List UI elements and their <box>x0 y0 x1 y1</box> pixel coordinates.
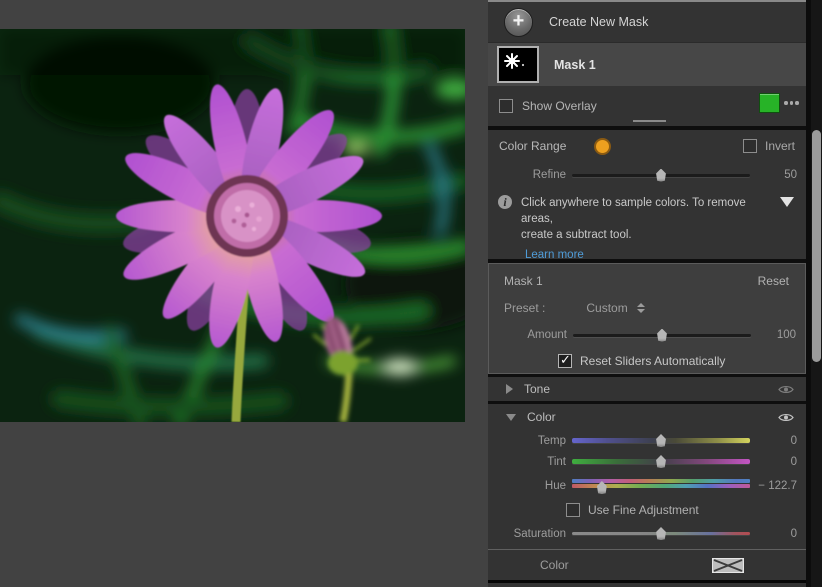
learn-more-link[interactable]: Learn more <box>525 249 584 261</box>
mask-settings-box: Mask 1 Reset Preset : Custom Amount 100 <box>488 263 806 374</box>
hint-line1: Click anywhere to sample colors. To remo… <box>521 197 746 225</box>
tint-slider[interactable] <box>572 454 750 469</box>
create-new-mask-row[interactable]: + Create New Mask <box>488 2 806 42</box>
create-new-mask-label: Create New Mask <box>549 15 649 29</box>
sample-hint: i Click anywhere to sample colors. To re… <box>488 188 806 243</box>
invert-label: Invert <box>764 139 795 153</box>
show-overlay-label: Show Overlay <box>522 99 597 113</box>
hint-line2: create a subtract tool. <box>521 229 632 241</box>
temp-slider-row: Temp 0 <box>488 430 806 451</box>
saturation-label: Saturation <box>513 527 566 540</box>
create-mask-plus-icon[interactable]: + <box>504 7 533 37</box>
tint-slider-thumb[interactable] <box>656 455 666 468</box>
color-swatch-row: Color <box>488 549 806 580</box>
amount-label: Amount <box>527 329 567 341</box>
reset-sliders-checkbox[interactable] <box>558 352 572 368</box>
color-title: Color <box>527 410 556 424</box>
hue-value: − 122.7 <box>758 479 797 492</box>
color-range-title: Color Range <box>499 139 567 153</box>
panel-resize-handle[interactable] <box>633 120 666 122</box>
color-section-header[interactable]: Color <box>488 404 806 430</box>
tone-visibility-eye-icon[interactable] <box>778 384 794 395</box>
color-visibility-eye-icon[interactable] <box>778 412 794 423</box>
hue-label: Hue <box>544 479 566 492</box>
hue-slider-row: Hue − 122.7 <box>488 472 806 499</box>
mask-thumbnail-image <box>499 48 533 77</box>
refine-slider-row: Refine 50 <box>488 162 806 188</box>
refine-slider-thumb[interactable] <box>656 168 666 182</box>
tone-section-header[interactable]: Tone <box>488 377 806 404</box>
tone-disclosure-icon[interactable] <box>506 384 513 394</box>
color-range-section: Color Range Invert Refine 50 i Click any… <box>488 130 806 261</box>
tone-title: Tone <box>524 382 551 396</box>
temp-slider[interactable] <box>572 433 750 448</box>
use-fine-adjustment-row: Use Fine Adjustment <box>488 499 806 521</box>
saturation-slider[interactable] <box>572 526 750 541</box>
refine-slider[interactable] <box>572 168 750 183</box>
tint-value: 0 <box>790 455 797 468</box>
info-icon: i <box>498 195 512 209</box>
sampled-color-dot[interactable] <box>594 137 612 155</box>
amount-slider-row: Amount 100 <box>489 321 805 349</box>
amount-value: 100 <box>776 329 796 341</box>
tint-slider-row: Tint 0 <box>488 451 806 472</box>
use-fine-adjustment-label: Use Fine Adjustment <box>588 503 699 517</box>
reset-button[interactable]: Reset <box>758 274 789 288</box>
mask-item-label: Mask 1 <box>554 57 596 72</box>
amount-slider-thumb[interactable] <box>657 328 667 342</box>
tint-label: Tint <box>547 455 566 468</box>
temp-slider-thumb[interactable] <box>656 434 666 447</box>
plus-glyph: + <box>512 10 525 32</box>
preset-label: Preset : <box>504 301 546 315</box>
saturation-slider-row: Saturation 0 <box>488 521 806 546</box>
photo-canvas[interactable] <box>0 29 465 422</box>
preset-value: Custom <box>586 301 628 315</box>
collapse-hint-icon[interactable] <box>780 197 794 207</box>
amount-slider[interactable] <box>573 328 751 343</box>
more-options-icon[interactable] <box>784 101 802 105</box>
refine-label: Refine <box>532 169 566 181</box>
mask-list-item[interactable]: Mask 1 <box>488 42 806 86</box>
color-swatch-none-icon[interactable] <box>712 558 744 573</box>
masking-panel: + Create New Mask Mask 1 Show Overlay Co… <box>488 0 806 587</box>
show-overlay-row: Show Overlay <box>488 86 806 126</box>
refine-value: 50 <box>784 169 797 181</box>
temp-value: 0 <box>790 434 797 447</box>
hue-slider[interactable] <box>572 478 750 494</box>
panel-bottom-edge <box>488 580 806 583</box>
color-swatch-label: Color <box>540 558 569 572</box>
use-fine-adjustment-checkbox[interactable] <box>566 503 580 517</box>
overlay-color-swatch[interactable] <box>759 93 780 113</box>
temp-label: Temp <box>537 434 566 447</box>
show-overlay-checkbox[interactable] <box>499 99 513 113</box>
saturation-value: 0 <box>790 527 797 540</box>
invert-checkbox[interactable] <box>742 139 757 153</box>
saturation-slider-thumb[interactable] <box>656 527 666 540</box>
mask-settings-title: Mask 1 <box>504 273 543 288</box>
mask-thumbnail[interactable] <box>497 46 539 83</box>
scrollbar-thumb[interactable] <box>812 130 821 362</box>
lightroom-masking-ui: + Create New Mask Mask 1 Show Overlay Co… <box>0 0 822 587</box>
preset-dropdown[interactable]: Custom <box>586 301 645 315</box>
preset-dropdown-arrows-icon <box>636 303 645 313</box>
color-section: Color Temp 0 Tint 0 Hue − 122.7 Use Fine… <box>488 404 806 549</box>
reset-sliders-label: Reset Sliders Automatically <box>580 354 726 368</box>
color-disclosure-icon[interactable] <box>506 413 516 421</box>
